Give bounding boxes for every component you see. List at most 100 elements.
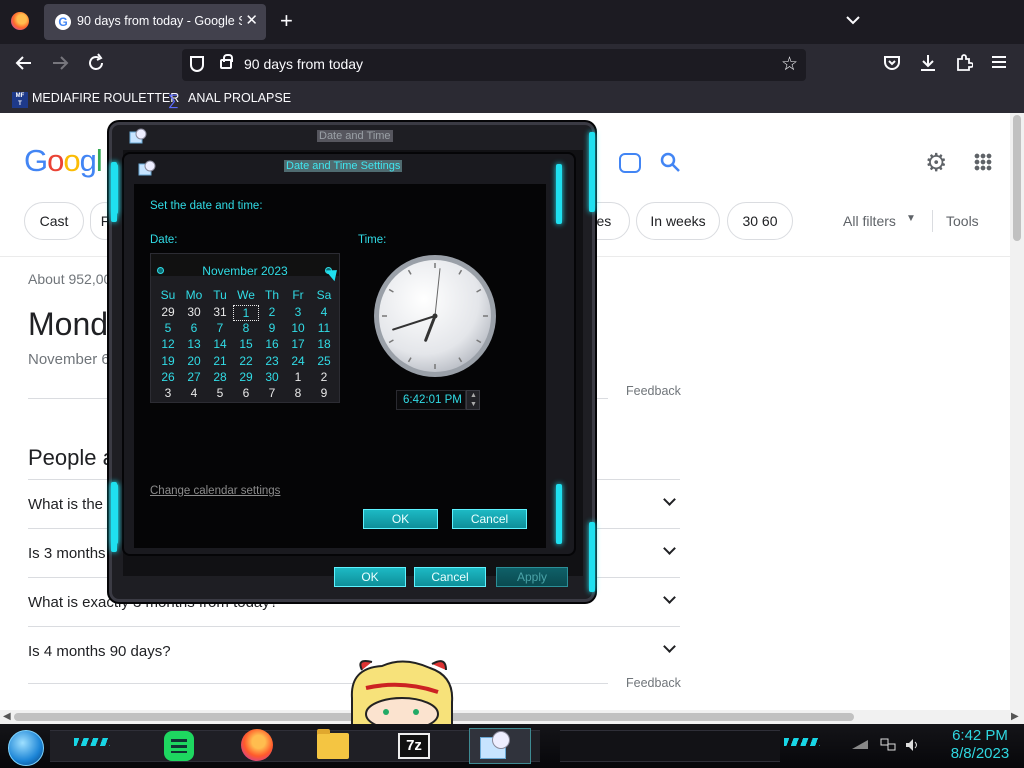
time-input[interactable]: 6:42:01 PM <box>396 390 466 410</box>
network-icon[interactable] <box>880 738 896 755</box>
bookmark-second[interactable]: ∑ ANAL PROLAPSE <box>168 91 291 109</box>
calendar-day[interactable]: 1 <box>285 370 311 384</box>
google-apps-icon[interactable] <box>974 153 992 171</box>
vertical-scrollbar[interactable] <box>1010 113 1024 710</box>
firefox-icon[interactable] <box>11 12 29 30</box>
calendar-day[interactable]: 7 <box>259 386 285 400</box>
scroll-left-arrow-icon[interactable]: ◀ <box>3 711 11 722</box>
calendar-day[interactable]: 16 <box>259 337 285 351</box>
calendar-day[interactable]: 9 <box>311 386 337 400</box>
calendar-day[interactable]: 3 <box>285 305 311 319</box>
calendar-day[interactable]: 2 <box>259 305 285 319</box>
calendar-day[interactable]: 1 <box>233 305 259 321</box>
taskbar-clock[interactable]: 6:42 PM 8/8/2023 <box>940 727 1020 763</box>
tab-google-search[interactable]: G 90 days from today - Google Se ✕ <box>44 4 266 40</box>
calendar-month-title[interactable]: November 2023 <box>151 264 339 278</box>
calendar-day[interactable]: 30 <box>259 370 285 384</box>
month-calendar[interactable]: November 2023 Su Mo Tu We Th Fr Sa 29 30 31 1 2 3 4 5 6… <box>150 253 340 403</box>
calendar-day[interactable]: 8 <box>285 386 311 400</box>
calendar-day[interactable]: 3 <box>155 386 181 400</box>
pocket-icon[interactable] <box>883 54 901 77</box>
tools-button[interactable]: Tools <box>946 213 979 229</box>
tracking-protection-shield-icon[interactable] <box>190 56 204 72</box>
reload-icon[interactable] <box>86 53 106 78</box>
chevron-down-icon[interactable] <box>663 640 676 653</box>
filter-chip[interactable]: 30 60 <box>727 202 793 240</box>
calendar-day[interactable]: 11 <box>311 321 337 335</box>
calendar-day[interactable]: 12 <box>155 337 181 351</box>
chevron-down-icon[interactable] <box>663 542 676 555</box>
chevron-down-icon[interactable] <box>663 493 676 506</box>
calendar-day[interactable]: 23 <box>259 354 285 368</box>
bookmark-star-icon[interactable]: ☆ <box>781 53 798 76</box>
chevron-down-icon[interactable] <box>663 591 676 604</box>
google-lens-icon[interactable] <box>619 153 641 173</box>
calendar-day[interactable]: 17 <box>285 337 311 351</box>
calendar-day[interactable]: 13 <box>181 337 207 351</box>
calendar-day[interactable]: 18 <box>311 337 337 351</box>
calendar-day[interactable]: 6 <box>181 321 207 335</box>
calendar-day[interactable]: 31 <box>207 305 233 319</box>
cancel-button[interactable]: Cancel <box>452 509 527 529</box>
calendar-day[interactable]: 8 <box>233 321 259 335</box>
search-icon[interactable] <box>659 151 681 177</box>
back-arrow-icon[interactable] <box>14 53 34 78</box>
calendar-day[interactable]: 9 <box>259 321 285 335</box>
time-spinner[interactable]: ▲ ▼ <box>466 390 480 410</box>
close-tab-icon[interactable]: ✕ <box>245 11 258 29</box>
calendar-day[interactable]: 29 <box>233 370 259 384</box>
spin-down-icon[interactable]: ▼ <box>470 401 477 408</box>
calendar-day[interactable]: 5 <box>207 386 233 400</box>
feedback-link[interactable]: Feedback <box>626 384 681 398</box>
settings-gear-icon[interactable]: ⚙ <box>925 148 947 178</box>
calendar-day[interactable]: 4 <box>181 386 207 400</box>
calendar-day[interactable]: 22 <box>233 354 259 368</box>
calendar-day[interactable]: 15 <box>233 337 259 351</box>
horizontal-scrollbar[interactable]: ◀ ▶ <box>0 710 1024 724</box>
downloads-icon[interactable] <box>919 54 937 77</box>
apply-button[interactable]: Apply <box>496 567 568 587</box>
scrollbar-thumb[interactable] <box>1013 115 1021 241</box>
volume-icon[interactable] <box>905 738 921 755</box>
calendar-day[interactable]: 6 <box>233 386 259 400</box>
show-hidden-icons-icon[interactable] <box>850 738 870 753</box>
scroll-right-arrow-icon[interactable]: ▶ <box>1011 711 1019 722</box>
menu-hamburger-icon[interactable] <box>991 54 1007 75</box>
new-tab-button[interactable]: + <box>280 9 293 33</box>
list-tabs-chevron-icon[interactable] <box>846 12 860 28</box>
url-bar[interactable]: 90 days from today ☆ <box>182 49 806 81</box>
calendar-day[interactable]: 5 <box>155 321 181 335</box>
change-calendar-settings-link[interactable]: Change calendar settings <box>150 485 280 497</box>
lock-icon[interactable] <box>220 54 233 69</box>
calendar-day[interactable]: 10 <box>285 321 311 335</box>
spotify-icon[interactable] <box>164 731 194 761</box>
calendar-day[interactable]: 27 <box>181 370 207 384</box>
calendar-day[interactable]: 29 <box>155 305 181 319</box>
calendar-day[interactable]: 2 <box>311 370 337 384</box>
calendar-day[interactable]: 4 <box>311 305 337 319</box>
feedback-link[interactable]: Feedback <box>626 676 681 690</box>
spin-up-icon[interactable]: ▲ <box>470 392 477 399</box>
calendar-day[interactable]: 26 <box>155 370 181 384</box>
ok-button[interactable]: OK <box>363 509 438 529</box>
calendar-day[interactable]: 28 <box>207 370 233 384</box>
forward-arrow-icon[interactable] <box>50 53 70 78</box>
filter-chip[interactable]: Cast <box>24 202 84 240</box>
url-text[interactable]: 90 days from today <box>244 56 363 72</box>
cancel-button[interactable]: Cancel <box>414 567 486 587</box>
calendar-day[interactable]: 7 <box>207 321 233 335</box>
bookmark-mediafire[interactable]: MF T MEDIAFIRE ROULETTER <box>12 91 179 108</box>
calendar-day[interactable]: 19 <box>155 354 181 368</box>
firefox-icon[interactable] <box>241 729 273 761</box>
calendar-day[interactable]: 14 <box>207 337 233 351</box>
all-filters-button[interactable]: All filters <box>843 213 896 229</box>
calendar-day[interactable]: 25 <box>311 354 337 368</box>
7zip-icon[interactable]: 7z <box>398 733 430 759</box>
start-button[interactable] <box>8 730 44 766</box>
google-logo[interactable]: Googl <box>24 143 103 179</box>
calendar-day[interactable]: 20 <box>181 354 207 368</box>
filter-chip[interactable]: In weeks <box>636 202 720 240</box>
extensions-icon[interactable] <box>955 54 974 77</box>
file-explorer-icon[interactable] <box>317 729 349 759</box>
calendar-day[interactable]: 24 <box>285 354 311 368</box>
